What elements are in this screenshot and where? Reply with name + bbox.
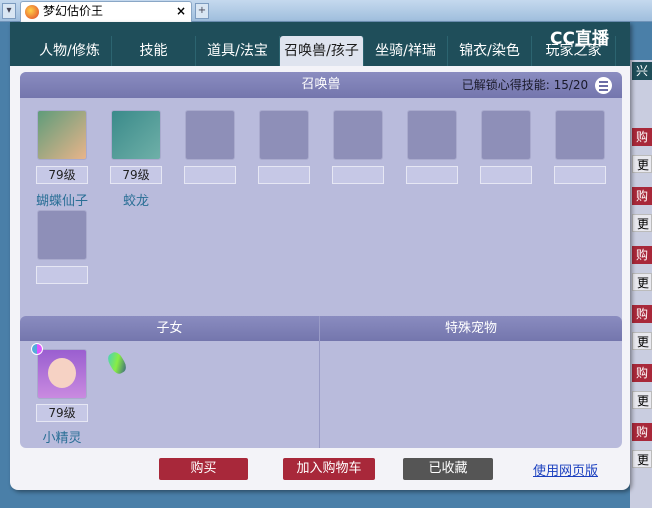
tab-4[interactable]: 坐骑/祥瑞 — [364, 36, 448, 66]
browser-tab-bar: ▾ 梦幻估价王 × + — [0, 0, 652, 22]
pet-name[interactable]: 蛟龙 — [101, 190, 171, 209]
empty-pet-slot — [333, 110, 383, 160]
empty-pet-slot — [555, 110, 605, 160]
pet-level: 79级 — [36, 166, 88, 184]
tab-5[interactable]: 锦衣/染色 — [448, 36, 532, 66]
child-name[interactable]: 小精灵 — [27, 427, 97, 446]
tab-1[interactable]: 技能 — [112, 36, 196, 66]
dialog-nav: 人物/修炼 技能 道具/法宝 召唤兽/孩子 坐骑/祥瑞 锦衣/染色 玩家之家 CC直播 — [10, 22, 630, 66]
divider — [319, 316, 320, 448]
background-red-button: 购 — [632, 128, 652, 146]
child-level: 79级 — [36, 404, 88, 422]
background-red-button: 购 — [632, 246, 652, 264]
summon-header: 召唤兽 已解锁心得技能: 15/20 — [20, 72, 622, 98]
pet-level — [332, 166, 384, 184]
browser-tab-title: 梦幻估价王 — [43, 4, 104, 18]
pet-avatar[interactable] — [111, 110, 161, 160]
web-version-link[interactable]: 使用网页版 — [533, 460, 598, 479]
browser-tab[interactable]: 梦幻估价王 × — [20, 1, 192, 22]
tab-menu-button[interactable]: ▾ — [2, 3, 16, 19]
child-avatar[interactable] — [31, 343, 87, 399]
crystal-item-icon[interactable] — [105, 349, 129, 377]
background-red-button: 购 — [632, 305, 652, 323]
tab-0[interactable]: 人物/修炼 — [28, 36, 112, 66]
tab-2[interactable]: 道具/法宝 — [196, 36, 280, 66]
child-face-icon — [48, 358, 76, 388]
pet-level: 79级 — [110, 166, 162, 184]
pet-level — [554, 166, 606, 184]
tab-3[interactable]: 召唤兽/孩子 — [280, 36, 364, 66]
favorited-button[interactable]: 已收藏 — [403, 458, 493, 480]
pet-level — [480, 166, 532, 184]
unlock-label: 已解锁心得技能: — [461, 78, 550, 92]
empty-pet-slot — [407, 110, 457, 160]
empty-pet-slot — [481, 110, 531, 160]
close-tab-icon[interactable]: × — [176, 2, 186, 21]
buy-button[interactable]: 购买 — [159, 458, 248, 480]
background-gray-button: 更 — [632, 214, 652, 232]
background-red-button: 购 — [632, 187, 652, 205]
background-gray-button: 更 — [632, 450, 652, 468]
background-gray-button: 更 — [632, 332, 652, 350]
background-gray-button: 更 — [632, 391, 652, 409]
pet-level — [406, 166, 458, 184]
background-gray-button: 更 — [632, 155, 652, 173]
app-favicon-icon — [25, 5, 39, 19]
character-info-dialog: 人物/修炼 技能 道具/法宝 召唤兽/孩子 坐骑/祥瑞 锦衣/染色 玩家之家 CC直播 召唤… — [10, 22, 630, 490]
special-pets-header: 特殊宠物 — [320, 316, 622, 341]
list-menu-icon[interactable] — [595, 77, 612, 94]
pet-avatar[interactable] — [37, 110, 87, 160]
background-red-button: 购 — [632, 423, 652, 441]
cc-live-logo: CC直播 — [550, 29, 609, 49]
pet-level — [36, 266, 88, 284]
new-tab-button[interactable]: + — [195, 3, 209, 19]
content-panel: 召唤兽 已解锁心得技能: 15/20 79级 蝴蝶仙子 79级 蛟龙 子女 特殊宠物 … — [20, 72, 622, 448]
empty-pet-slot — [185, 110, 235, 160]
summon-title: 召唤兽 — [301, 77, 341, 92]
unlock-value: 15/20 — [553, 78, 589, 92]
unlock-skills: 已解锁心得技能: 15/20 — [462, 72, 612, 98]
add-to-cart-button[interactable]: 加入购物车 — [283, 458, 375, 480]
background-text: 兴 — [632, 62, 652, 80]
pet-level — [258, 166, 310, 184]
element-badge-icon — [31, 343, 43, 355]
pet-name[interactable]: 蝴蝶仙子 — [27, 190, 97, 209]
children-header: 子女 — [20, 316, 319, 341]
background-gray-button: 更 — [632, 273, 652, 291]
empty-pet-slot — [37, 210, 87, 260]
empty-pet-slot — [259, 110, 309, 160]
background-red-button: 购 — [632, 364, 652, 382]
pet-level — [184, 166, 236, 184]
